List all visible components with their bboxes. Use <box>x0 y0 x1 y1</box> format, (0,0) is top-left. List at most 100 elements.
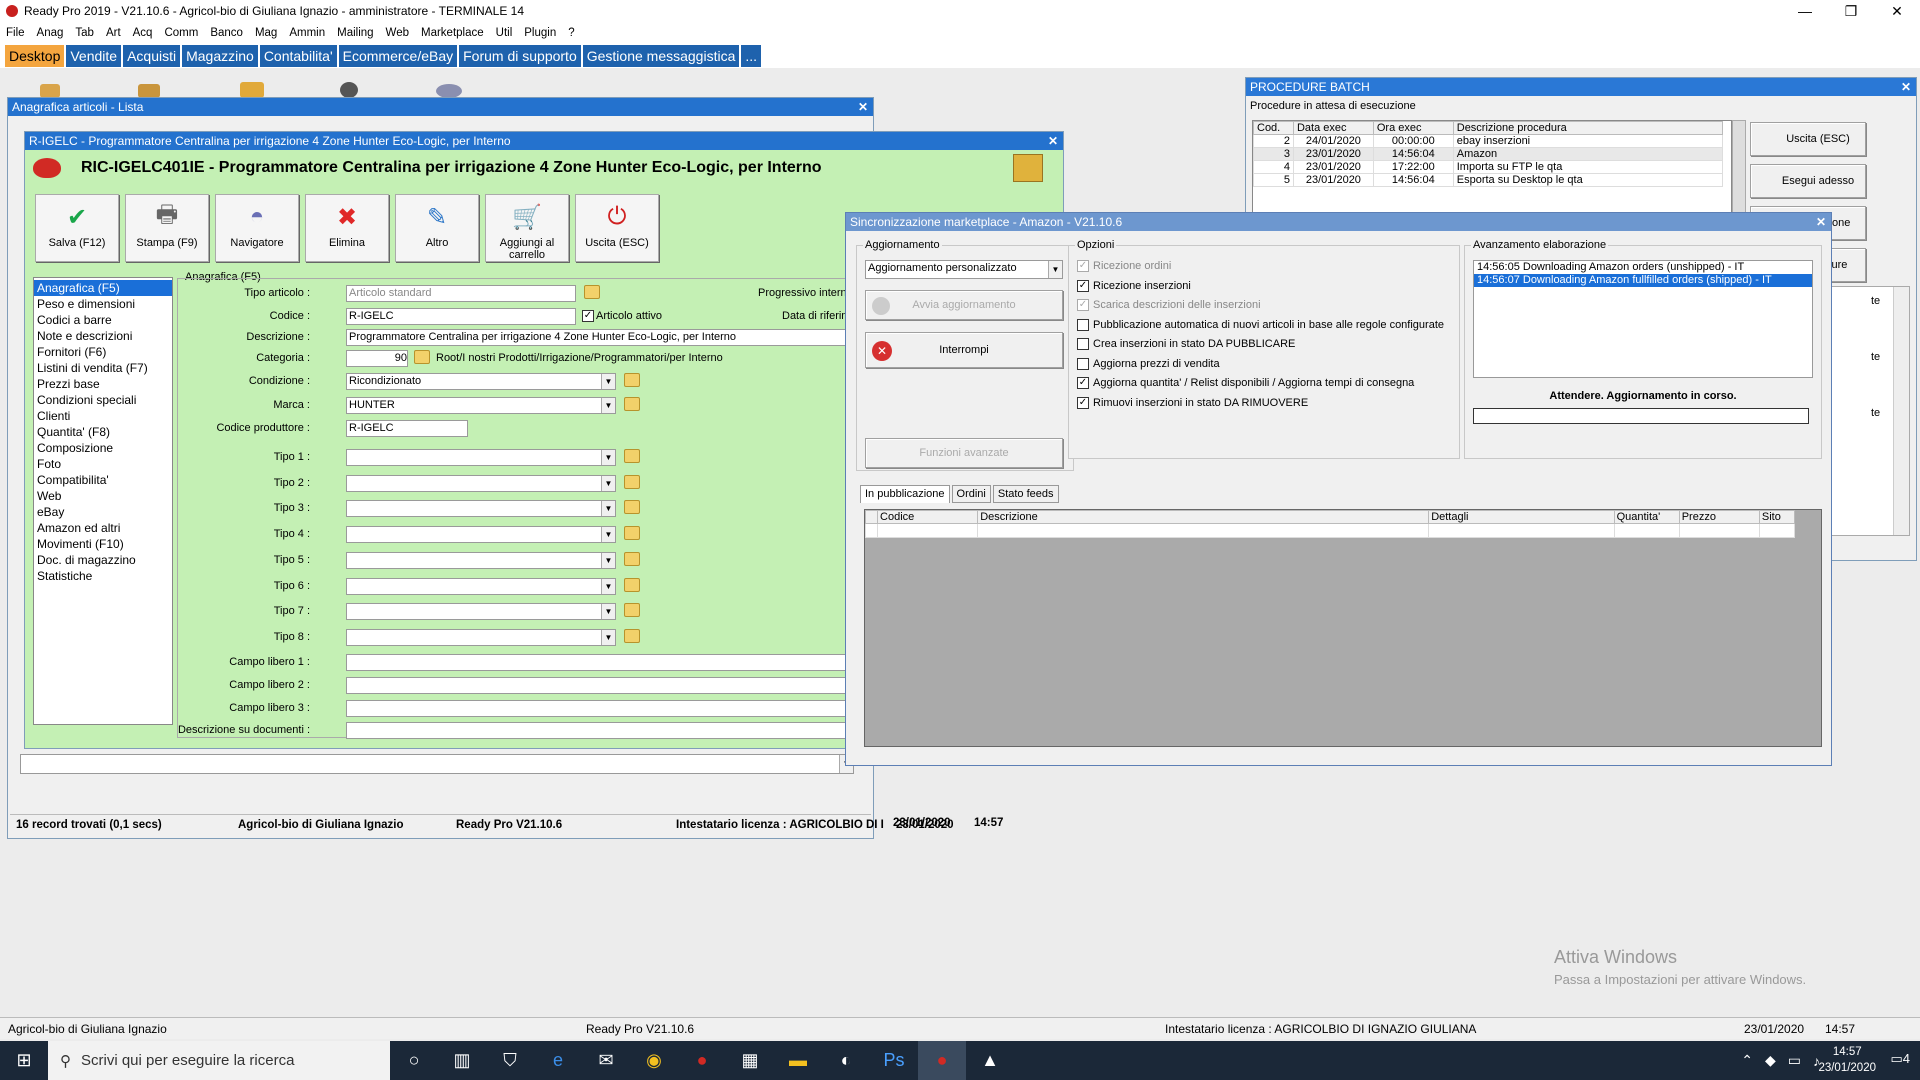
table-row[interactable]: 3 23/01/2020 14:56:04 Amazon <box>1253 147 1724 161</box>
folder-icon[interactable] <box>624 526 640 541</box>
chevron-up-icon[interactable]: ⌃ <box>1741 1052 1753 1069</box>
column-header[interactable]: Sito <box>1758 510 1796 524</box>
tab-6[interactable]: Forum di supporto <box>459 44 581 67</box>
chevron-down-icon[interactable]: ▼ <box>601 398 615 413</box>
tool-button-0[interactable]: ✔ Salva (F12) <box>35 194 119 262</box>
column-header[interactable]: Dettagli <box>1428 510 1615 524</box>
option-checkbox[interactable] <box>1077 338 1089 350</box>
tipo-articolo-field[interactable]: Articolo standard <box>346 285 576 302</box>
tipo-select[interactable]: ▼ <box>346 449 616 466</box>
menu-plugin[interactable]: Plugin <box>518 27 562 39</box>
minimize-button[interactable]: — <box>1782 0 1828 22</box>
articolo-attivo-checkbox[interactable]: ✓ <box>582 310 594 322</box>
folder-icon[interactable] <box>624 449 640 463</box>
folder-icon[interactable] <box>624 500 640 515</box>
tool-button-6[interactable]: ⏻ Uscita (ESC) <box>575 194 659 262</box>
column-header[interactable]: Codice <box>877 510 979 524</box>
menu-mag[interactable]: Mag <box>249 27 283 39</box>
avvia-button[interactable]: Avvia aggiornamento <box>865 290 1063 320</box>
store-icon[interactable]: ⛉ <box>486 1041 534 1080</box>
menu-art[interactable]: Art <box>100 27 127 39</box>
readypro-taskbar-icon[interactable]: ● <box>918 1041 966 1080</box>
taskbar-search-box[interactable]: ⚲ Scrivi qui per eseguire la ricerca <box>48 1041 390 1080</box>
desktop-icon[interactable] <box>40 84 60 98</box>
tool-button-2[interactable]: ◓ Navigatore <box>215 194 299 262</box>
chevron-down-icon[interactable]: ▼ <box>601 527 615 543</box>
sync-tab[interactable]: Stato feeds <box>992 485 1059 503</box>
maximize-button[interactable]: ❐ <box>1828 0 1874 22</box>
app-icon[interactable]: ◐ <box>822 1041 870 1080</box>
option-checkbox[interactable]: ✓ <box>1077 377 1089 389</box>
nav-item[interactable]: Listini di vendita (F7) <box>34 360 172 376</box>
option-checkbox[interactable]: ✓ <box>1077 279 1089 292</box>
marca-select[interactable]: HUNTER ▼ <box>346 397 616 414</box>
nav-item[interactable]: Condizioni speciali <box>34 392 172 408</box>
desktop-icon[interactable] <box>240 82 264 98</box>
side-scrollbar[interactable] <box>1893 287 1909 535</box>
batch-button-1[interactable]: Esegui adesso <box>1750 164 1866 198</box>
categoria-code-field[interactable]: 90 <box>346 350 408 367</box>
menu-acq[interactable]: Acq <box>127 27 159 39</box>
column-header[interactable]: Quantita' <box>1613 510 1680 524</box>
menu-tab[interactable]: Tab <box>69 27 100 39</box>
tipo-select[interactable]: ▼ <box>346 603 616 621</box>
folder-icon[interactable] <box>414 350 430 364</box>
codice-produttore-field[interactable]: R-IGELC <box>346 420 468 437</box>
desktop-icon[interactable] <box>138 84 160 98</box>
batch-close-icon[interactable]: ✕ <box>1901 78 1911 96</box>
tool-button-3[interactable]: ✖ Elimina <box>305 194 389 262</box>
nav-item[interactable]: Web <box>34 488 172 504</box>
photoshop-icon[interactable]: Ps <box>870 1041 918 1080</box>
chevron-down-icon[interactable]: ▼ <box>601 552 615 568</box>
option-checkbox[interactable] <box>1077 357 1089 370</box>
chevron-down-icon[interactable]: ▼ <box>1048 261 1062 278</box>
tab-7[interactable]: Gestione messaggistica <box>582 44 740 67</box>
tab-4[interactable]: Contabilita' <box>259 44 337 67</box>
column-header[interactable]: Prezzo <box>1678 510 1760 524</box>
condizione-select[interactable]: Ricondizionato ▼ <box>346 373 616 390</box>
nav-item[interactable]: Note e descrizioni <box>34 328 172 344</box>
tab-2[interactable]: Acquisti <box>123 44 181 67</box>
folder-icon[interactable] <box>624 603 640 618</box>
tab-1[interactable]: Vendite <box>66 44 122 67</box>
column-header[interactable]: Descrizione <box>977 510 1430 524</box>
network-icon[interactable]: ▭ <box>1788 1052 1801 1069</box>
update-mode-select[interactable]: Aggiornamento personalizzato ▼ <box>865 260 1063 279</box>
menu-marketplace[interactable]: Marketplace <box>415 27 490 39</box>
folder-icon[interactable] <box>624 628 640 643</box>
calculator-icon[interactable]: ▦ <box>726 1041 774 1080</box>
nav-item[interactable]: Fornitori (F6) <box>34 344 172 360</box>
nav-item[interactable]: Anagrafica (F5) <box>34 280 172 296</box>
folder-icon[interactable] <box>624 474 640 489</box>
nav-item[interactable]: Amazon ed altri <box>34 520 172 536</box>
nav-item[interactable]: Quantita' (F8) <box>34 424 172 440</box>
folder-icon[interactable] <box>624 577 640 592</box>
nav-item[interactable]: Doc. di magazzino <box>34 552 172 568</box>
tab-8[interactable]: ... <box>741 44 762 67</box>
tab-3[interactable]: Magazzino <box>182 44 258 67</box>
chevron-down-icon[interactable]: ▼ <box>601 578 615 594</box>
sync-tab[interactable]: Ordini <box>951 485 991 503</box>
tab-5[interactable]: Ecommerce/eBay <box>338 44 458 67</box>
sync-tab[interactable]: In pubblicazione <box>860 485 950 503</box>
chevron-down-icon[interactable]: ▼ <box>601 450 615 465</box>
desktop-icon[interactable] <box>340 82 358 98</box>
chevron-down-icon[interactable]: ▼ <box>601 374 615 389</box>
table-row[interactable]: 2 24/01/2020 00:00:00 ebay inserzioni <box>1253 134 1724 148</box>
option-checkbox[interactable]: ✓ <box>1077 396 1089 409</box>
windows-start-icon[interactable]: ⊞ <box>0 1041 48 1080</box>
interrompi-button[interactable]: ✕ Interrompi <box>865 332 1063 368</box>
edge-icon[interactable]: e <box>534 1041 582 1080</box>
articolo-close-icon[interactable]: ✕ <box>1048 132 1058 150</box>
tool-button-4[interactable]: ✎ Altro <box>395 194 479 262</box>
lista-filter-field[interactable]: ▼ <box>20 754 854 774</box>
nav-item[interactable]: Statistiche <box>34 568 172 584</box>
task-view-icon[interactable]: ▥ <box>438 1041 486 1080</box>
mail-icon[interactable]: ✉ <box>582 1041 630 1080</box>
batch-button-0[interactable]: Uscita (ESC) <box>1750 122 1866 156</box>
menu-file[interactable]: File <box>0 27 31 39</box>
nav-item[interactable]: Compatibilita' <box>34 472 172 488</box>
nav-item[interactable]: Movimenti (F10) <box>34 536 172 552</box>
tipo-select[interactable]: ▼ <box>346 577 616 595</box>
nav-item[interactable]: Peso e dimensioni <box>34 296 172 312</box>
